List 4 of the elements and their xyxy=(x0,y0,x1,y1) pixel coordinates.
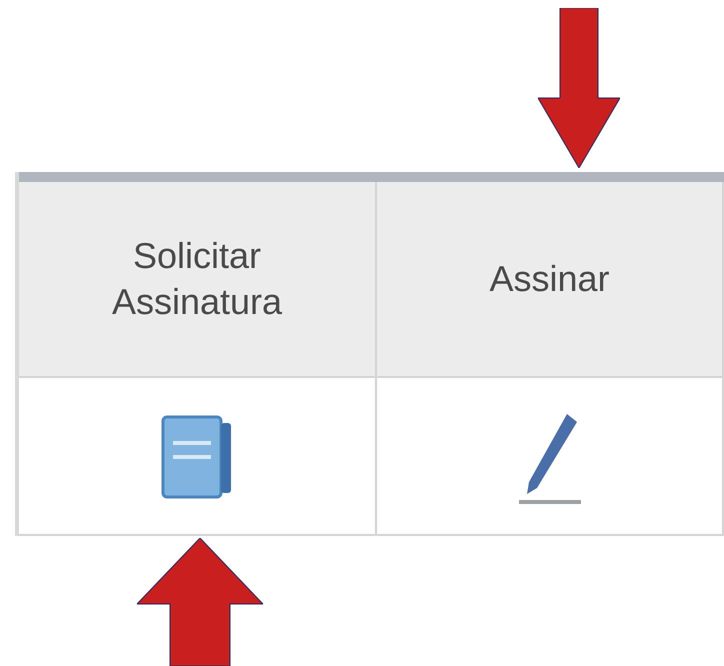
column-header: Assinar xyxy=(489,257,610,301)
up-arrow-icon xyxy=(137,538,263,666)
column-header: Solicitar Assinatura xyxy=(110,234,284,324)
down-arrow-icon xyxy=(538,8,620,168)
